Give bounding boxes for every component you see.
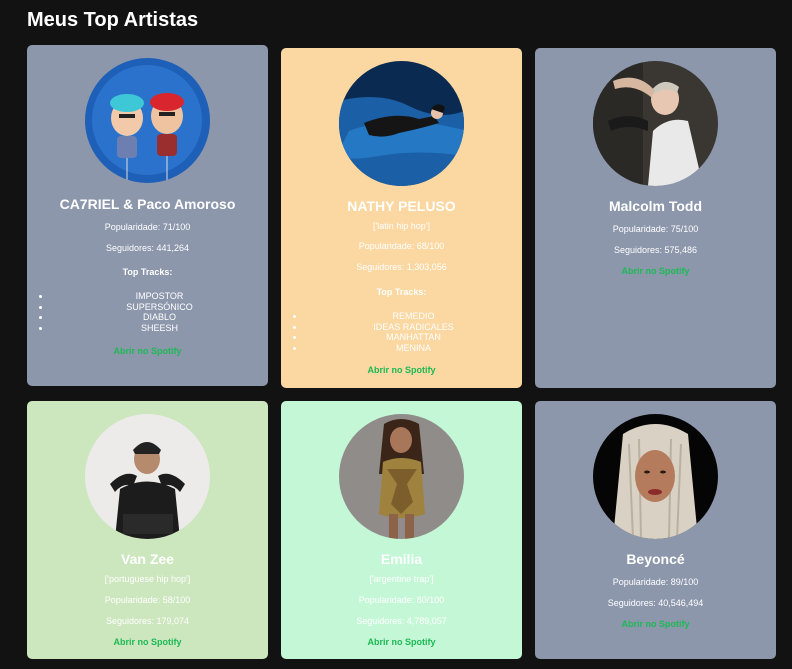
artist-followers: Seguidores: 179,074: [105, 616, 190, 626]
artist-followers: Seguidores: 4,789,057: [356, 616, 447, 626]
artist-genre: ['latin hip hop']: [373, 221, 430, 231]
top-tracks-heading: Top Tracks:: [122, 267, 173, 277]
artist-name: Beyoncé: [626, 551, 685, 567]
page-title: Meus Top Artistas: [27, 9, 199, 31]
track-item: DIABLO: [51, 312, 268, 323]
artist-photo-icon: [85, 58, 210, 183]
artist-followers: Seguidores: 441,264: [105, 243, 190, 253]
open-spotify-link[interactable]: Abrir no Spotify: [281, 637, 522, 647]
track-item: SHEESH: [51, 323, 268, 334]
artist-photo-icon: [339, 61, 464, 186]
artist-name: CA7RIEL & Paco Amoroso: [59, 196, 236, 212]
artist-popularity: Popularidade: 58/100: [104, 595, 191, 605]
top-tracks-heading: Top Tracks:: [376, 287, 427, 297]
artist-popularity: Popularidade: 89/100: [612, 577, 699, 587]
open-spotify-link[interactable]: Abrir no Spotify: [281, 365, 522, 375]
artist-card: CA7RIEL & Paco Amoroso Popularidade: 71/…: [27, 45, 268, 386]
top-tracks-list: REMEDIO IDEAS RADICALES MANHATTAN MENINA: [281, 311, 522, 353]
artist-avatar: [593, 414, 718, 539]
artist-card: Van Zee ['portuguese hip hop'] Popularid…: [27, 401, 268, 659]
artist-genre: ['portuguese hip hop']: [104, 574, 191, 584]
artist-genre: ['argentine trap']: [369, 574, 434, 584]
artist-followers: Seguidores: 40,546,494: [607, 598, 704, 608]
track-item: IDEAS RADICALES: [305, 322, 522, 333]
artist-name: Emilia: [380, 551, 423, 567]
artist-photo-icon: [593, 414, 718, 539]
artist-photo-icon: [339, 414, 464, 539]
artist-name: NATHY PELUSO: [347, 198, 456, 214]
artist-photo-icon: [593, 61, 718, 186]
artist-popularity: Popularidade: 75/100: [612, 224, 699, 234]
artist-avatar: [339, 414, 464, 539]
artist-photo-icon: [85, 414, 210, 539]
top-tracks-list: IMPOSTOR SUPERSÓNICO DIABLO SHEESH: [27, 291, 268, 333]
track-item: IMPOSTOR: [51, 291, 268, 302]
artist-followers: Seguidores: 575,486: [613, 245, 698, 255]
artist-avatar: [85, 58, 210, 183]
open-spotify-link[interactable]: Abrir no Spotify: [27, 346, 268, 356]
artist-popularity: Popularidade: 68/100: [358, 241, 445, 251]
artist-avatar: [85, 414, 210, 539]
track-item: REMEDIO: [305, 311, 522, 322]
artist-card: Malcolm Todd Popularidade: 75/100 Seguid…: [535, 48, 776, 388]
artist-avatar: [339, 61, 464, 186]
open-spotify-link[interactable]: Abrir no Spotify: [535, 266, 776, 276]
artist-name: Malcolm Todd: [608, 198, 703, 214]
track-item: SUPERSÓNICO: [51, 302, 268, 313]
artist-followers: Seguidores: 1,303,056: [356, 262, 447, 272]
artist-name: Van Zee: [121, 551, 174, 567]
open-spotify-link[interactable]: Abrir no Spotify: [27, 637, 268, 647]
artist-card: Beyoncé Popularidade: 89/100 Seguidores:…: [535, 401, 776, 659]
track-item: MENINA: [305, 343, 522, 354]
artist-card: NATHY PELUSO ['latin hip hop'] Popularid…: [281, 48, 522, 388]
track-item: MANHATTAN: [305, 332, 522, 343]
artist-popularity: Popularidade: 71/100: [104, 222, 191, 232]
artist-popularity: Popularidade: 80/100: [358, 595, 445, 605]
artist-card: Emilia ['argentine trap'] Popularidade: …: [281, 401, 522, 659]
open-spotify-link[interactable]: Abrir no Spotify: [535, 619, 776, 629]
artist-avatar: [593, 61, 718, 186]
